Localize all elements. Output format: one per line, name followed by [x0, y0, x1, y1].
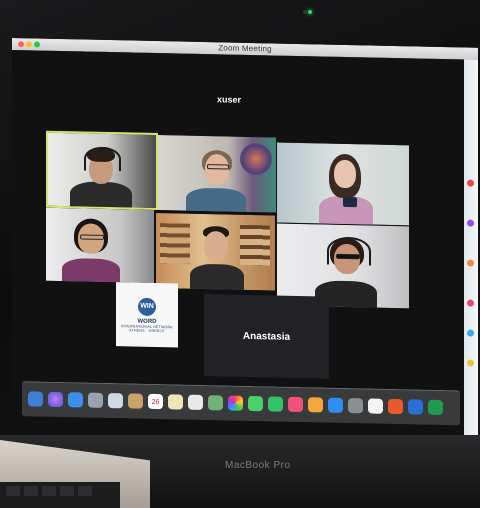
facetime-icon[interactable]: [268, 396, 283, 412]
participant-video-4[interactable]: [46, 207, 154, 283]
active-speaker-name: xuser: [216, 94, 242, 105]
participant-name-tile[interactable]: Anastasia: [204, 294, 329, 379]
app-store-icon[interactable]: [328, 397, 343, 413]
safari-icon[interactable]: [68, 392, 83, 408]
laptop-brand-label: MacBook Pro: [225, 460, 291, 471]
books-icon[interactable]: [308, 397, 323, 413]
participant-name: Anastasia: [242, 330, 291, 343]
word-icon[interactable]: [408, 399, 423, 415]
camera-indicator-light: [308, 10, 312, 14]
participant-video-3[interactable]: [277, 142, 409, 226]
excel-icon[interactable]: [428, 399, 443, 416]
mandala-tapestry: [240, 142, 272, 176]
music-icon[interactable]: [288, 396, 303, 413]
panel-yellow-icon[interactable]: [467, 359, 474, 367]
powerpoint-icon[interactable]: [388, 398, 403, 415]
right-side-panel: [464, 59, 478, 443]
bookshelf: [160, 223, 190, 264]
macos-dock: 26: [22, 381, 460, 426]
system-preferences-icon[interactable]: [348, 398, 363, 414]
photos-icon[interactable]: [228, 395, 243, 411]
maps-icon[interactable]: [208, 395, 223, 411]
panel-blue-icon[interactable]: [467, 329, 474, 337]
calendar-icon[interactable]: 26: [148, 393, 163, 410]
stickies-icon[interactable]: [168, 394, 183, 410]
reminders-icon[interactable]: [188, 394, 203, 411]
finder-icon[interactable]: [28, 391, 43, 407]
notes-icon[interactable]: [128, 393, 143, 409]
logo-location: ATHENS · GREECE: [129, 327, 165, 333]
panel-orange-icon[interactable]: [467, 259, 474, 267]
panel-pink-icon[interactable]: [467, 299, 474, 307]
keyboard: [0, 482, 120, 508]
launchpad-icon[interactable]: [88, 392, 103, 408]
participant-logo-tile[interactable]: WIN WORD INTERNATIONAL NETWORK ATHENS · …: [116, 282, 178, 348]
panel-red-icon[interactable]: [467, 179, 474, 187]
camera-lens: [303, 10, 307, 14]
siri-icon[interactable]: [48, 391, 63, 408]
preview-icon[interactable]: [108, 393, 123, 409]
messages-icon[interactable]: [248, 395, 263, 412]
laptop-screen: Zoom Meeting xuser WIN WORD INTERNATIONA…: [12, 38, 478, 443]
panel-purple-icon[interactable]: [467, 219, 474, 227]
participant-video-1[interactable]: [46, 130, 158, 211]
participant-video-5[interactable]: [156, 213, 275, 291]
participant-video-2[interactable]: [158, 135, 276, 213]
phone-in-hand: [343, 196, 357, 208]
textedit-icon[interactable]: [368, 398, 383, 414]
bookshelf-right: [240, 224, 270, 266]
zoom-gallery-view: xuser WIN WORD INTERNATIONAL NETWORK ATH…: [12, 50, 464, 443]
organization-logo-icon: WIN: [138, 297, 156, 316]
